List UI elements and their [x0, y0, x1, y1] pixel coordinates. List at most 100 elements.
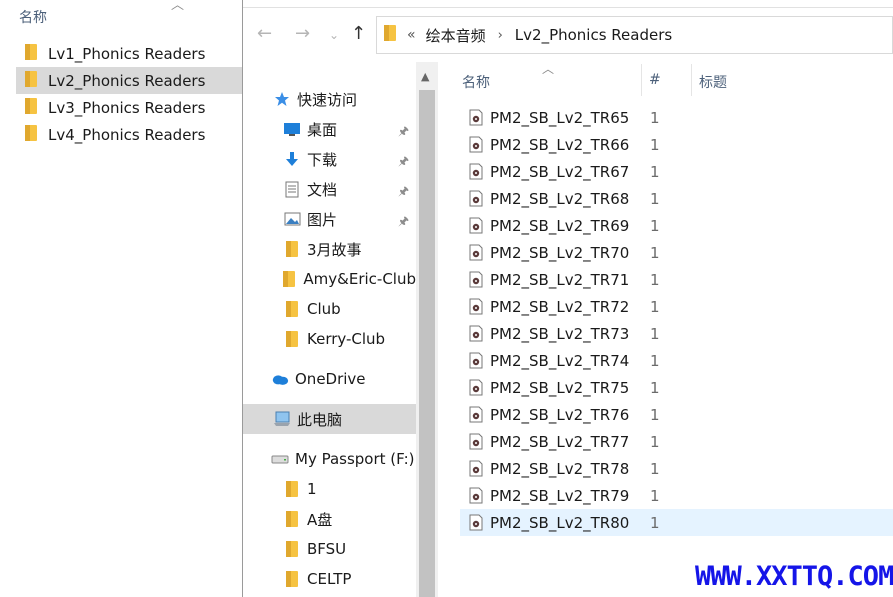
file-row[interactable]: PM2_SB_Lv2_TR80 1 — [460, 509, 893, 536]
folder-icon — [24, 43, 38, 65]
file-row[interactable]: PM2_SB_Lv2_TR67 1 — [460, 158, 893, 185]
file-row[interactable]: PM2_SB_Lv2_TR75 1 — [460, 374, 893, 401]
file-track-number: 1 — [650, 162, 660, 181]
nav-drive-folder[interactable]: CELTP — [243, 564, 416, 594]
nav-pinned-item[interactable]: 桌面 🖈 — [243, 114, 416, 144]
pin-icon[interactable]: 🖈 — [398, 212, 409, 233]
nav-label: Kerry-Club — [307, 330, 386, 348]
file-row[interactable]: PM2_SB_Lv2_TR76 1 — [460, 401, 893, 428]
file-track-number: 1 — [650, 108, 660, 127]
background-explorer-window: 名称 ︿ Lv1_Phonics Readers Lv2_Phonics Read… — [0, 0, 242, 597]
nav-pinned-item[interactable]: 图片 🖈 — [243, 204, 416, 234]
title-column-header[interactable]: 标题 — [699, 72, 727, 92]
scroll-up-icon[interactable]: ▲ — [421, 70, 429, 83]
scroll-thumb[interactable] — [419, 90, 435, 597]
nav-this-pc[interactable]: 此电脑 — [243, 404, 416, 434]
onedrive-cloud-icon — [271, 370, 289, 388]
file-track-number: 1 — [650, 243, 660, 262]
file-name: PM2_SB_Lv2_TR71 — [490, 270, 630, 289]
file-row[interactable]: PM2_SB_Lv2_TR65 1 — [460, 104, 893, 131]
file-list: ︿ 名称 # 标题 PM2_SB_Lv2_TR65 1 PM2_SB_Lv2_TR6… — [438, 62, 893, 597]
audio-file-icon — [469, 487, 483, 504]
breadcrumb-parent[interactable]: 绘本音频 — [426, 25, 486, 46]
nav-drive[interactable]: My Passport (F:) — [243, 444, 416, 474]
audio-file-icon — [469, 433, 483, 450]
audio-file-icon — [469, 163, 483, 180]
column-divider[interactable] — [641, 64, 642, 96]
file-row[interactable]: PM2_SB_Lv2_TR78 1 — [460, 455, 893, 482]
nav-pinned-item[interactable]: 文档 🖈 — [243, 174, 416, 204]
folder-icon — [24, 124, 38, 146]
file-row[interactable]: PM2_SB_Lv2_TR68 1 — [460, 185, 893, 212]
navigation-scrollbar[interactable]: ▲ — [416, 62, 438, 597]
address-bar[interactable]: « 绘本音频 › Lv2_Phonics Readers — [376, 16, 893, 54]
number-column-header[interactable]: # — [649, 72, 661, 88]
file-row[interactable]: PM2_SB_Lv2_TR79 1 — [460, 482, 893, 509]
file-name: PM2_SB_Lv2_TR78 — [490, 459, 630, 478]
file-track-number: 1 — [650, 270, 660, 289]
pin-icon[interactable]: 🖈 — [398, 122, 409, 143]
nav-label: 文档 — [307, 180, 338, 199]
file-row[interactable]: PM2_SB_Lv2_TR73 1 — [460, 320, 893, 347]
audio-file-icon — [469, 514, 483, 531]
nav-quick-access[interactable]: 快速访问 — [243, 84, 416, 114]
folder-item[interactable]: Lv1_Phonics Readers — [16, 40, 242, 67]
file-track-number: 1 — [650, 378, 660, 397]
file-name: PM2_SB_Lv2_TR65 — [490, 108, 630, 127]
audio-file-icon — [469, 298, 483, 315]
folder-icon — [283, 330, 301, 348]
nav-onedrive[interactable]: OneDrive — [243, 364, 416, 394]
nav-drive-folder[interactable]: A盘 — [243, 504, 416, 534]
name-column-header[interactable]: 名称 — [19, 7, 47, 27]
breadcrumb-current[interactable]: Lv2_Phonics Readers — [515, 26, 672, 44]
nav-drive-folder[interactable]: BFSU — [243, 534, 416, 564]
folder-item[interactable]: Lv2_Phonics Readers — [16, 67, 242, 94]
file-row[interactable]: PM2_SB_Lv2_TR66 1 — [460, 131, 893, 158]
pin-icon[interactable]: 🖈 — [398, 152, 409, 173]
nav-label: 1 — [307, 480, 317, 498]
recent-locations-chevron-icon[interactable]: ⌄ — [329, 28, 339, 42]
folder-item[interactable]: Lv3_Phonics Readers — [16, 94, 242, 121]
nav-folder-item[interactable]: Kerry-Club — [243, 324, 416, 354]
nav-label: 下载 — [307, 150, 338, 169]
file-row[interactable]: PM2_SB_Lv2_TR69 1 — [460, 212, 893, 239]
up-arrow-icon[interactable]: ↑ — [351, 23, 366, 44]
audio-file-icon — [469, 352, 483, 369]
external-drive-icon — [271, 450, 289, 468]
breadcrumb-separator-icon[interactable]: › — [498, 28, 503, 43]
file-track-number: 1 — [650, 324, 660, 343]
nav-folder-item[interactable]: Amy&Eric-Club — [243, 264, 416, 294]
nav-drive-folder[interactable]: 1 — [243, 474, 416, 504]
file-track-number: 1 — [650, 189, 660, 208]
nav-folder-item[interactable]: Club — [243, 294, 416, 324]
file-name: PM2_SB_Lv2_TR68 — [490, 189, 630, 208]
file-row[interactable]: PM2_SB_Lv2_TR70 1 — [460, 239, 893, 266]
this-pc-icon — [273, 410, 291, 428]
file-name: PM2_SB_Lv2_TR77 — [490, 432, 630, 451]
nav-pinned-item[interactable]: 下载 🖈 — [243, 144, 416, 174]
column-divider[interactable] — [691, 64, 692, 96]
folder-icon — [283, 570, 301, 588]
overflow-breadcrumb-icon[interactable]: « — [407, 27, 416, 43]
audio-file-icon — [469, 325, 483, 342]
left-column-header[interactable]: 名称 ︿ — [0, 0, 242, 34]
file-row[interactable]: PM2_SB_Lv2_TR72 1 — [460, 293, 893, 320]
folder-item[interactable]: Lv4_Phonics Readers — [16, 121, 242, 148]
pin-icon[interactable]: 🖈 — [398, 182, 409, 203]
folder-icon — [283, 480, 301, 498]
folder-icon — [383, 24, 397, 46]
audio-file-icon — [469, 379, 483, 396]
nav-label: Amy&Eric-Club — [303, 270, 416, 288]
file-track-number: 1 — [650, 135, 660, 154]
document-icon — [283, 180, 301, 198]
file-row[interactable]: PM2_SB_Lv2_TR74 1 — [460, 347, 893, 374]
name-column-header[interactable]: 名称 — [462, 72, 490, 92]
file-row[interactable]: PM2_SB_Lv2_TR77 1 — [460, 428, 893, 455]
file-name: PM2_SB_Lv2_TR70 — [490, 243, 630, 262]
back-arrow-icon[interactable]: ← — [257, 23, 272, 44]
file-row[interactable]: PM2_SB_Lv2_TR71 1 — [460, 266, 893, 293]
audio-file-icon — [469, 460, 483, 477]
nav-folder-item[interactable]: 3月故事 — [243, 234, 416, 264]
forward-arrow-icon[interactable]: → — [295, 23, 310, 44]
file-name: PM2_SB_Lv2_TR66 — [490, 135, 630, 154]
